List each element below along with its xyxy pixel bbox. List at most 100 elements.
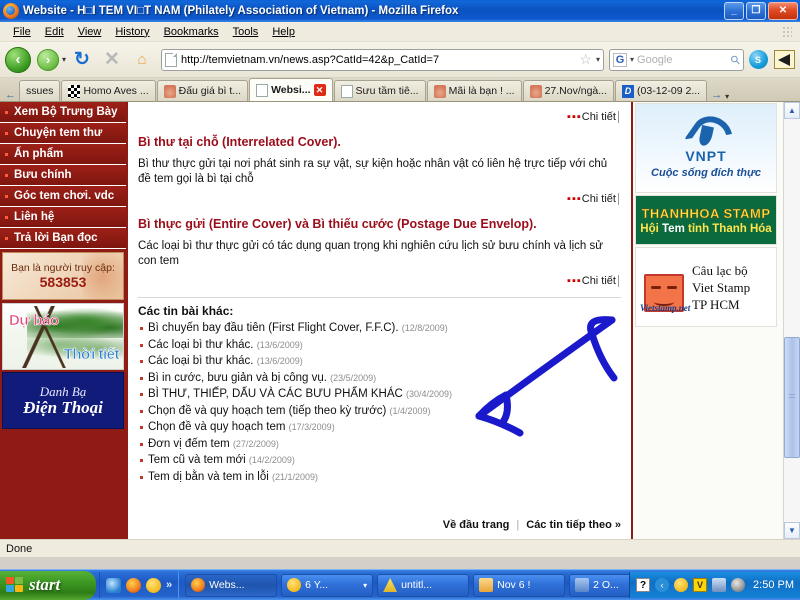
tab-homo-aves[interactable]: Homo Aves ... <box>61 80 156 101</box>
skype-toolbar-button[interactable]: S <box>746 48 770 72</box>
yahoo-messenger-icon[interactable] <box>146 577 161 593</box>
scroll-up-button[interactable]: ▲ <box>784 102 800 119</box>
tab-scroll-left-icon[interactable]: ← <box>2 89 19 101</box>
tab-scroll-right-icon[interactable]: → <box>708 89 725 101</box>
ad-viet-stamp[interactable]: Vietstamp.net Câu lạc bộ Viet Stamp TP H… <box>635 247 777 327</box>
list-item[interactable]: Các loại bì thư khác. (13/6/2009) <box>136 353 623 370</box>
task-button-website[interactable]: Webs... <box>185 573 278 597</box>
detail-link[interactable]: ▪▪▪Chi tiết <box>567 111 619 123</box>
sidebar-item-xem-bo-trung-bay[interactable]: Xem Bộ Trưng Bày <box>0 102 126 123</box>
thanhhoa-hoi: Hội <box>640 222 663 235</box>
detail-link[interactable]: ▪▪▪Chi tiết <box>567 275 619 287</box>
close-button[interactable]: ✕ <box>768 2 798 20</box>
search-bar[interactable]: G ▾ Google ⚲ <box>609 48 744 71</box>
clock[interactable]: 2:50 PM <box>753 579 794 591</box>
scrollbar-track[interactable] <box>784 119 800 522</box>
vietstamp-face-icon: Vietstamp.net <box>638 260 690 314</box>
bookmark-star-icon[interactable]: ☆ <box>579 51 592 68</box>
ads-sidebar: VNPT Cuộc sống đích thực THANHHOA STAMP … <box>633 102 783 539</box>
volume-tray-icon[interactable] <box>731 578 746 592</box>
banner-phone-directory[interactable]: Danh Bạ Điện Thoại <box>2 372 124 429</box>
list-item[interactable]: BÌ THƯ, THIẾP, DẤU VÀ CÁC BƯU PHẨM KHÁC … <box>136 386 623 403</box>
ad-vnpt[interactable]: VNPT Cuộc sống đích thực <box>635 103 777 193</box>
ad-thanhhoa-stamp[interactable]: THANHHOA STAMP Hội Tem tỉnh Thanh Hóa <box>635 195 777 245</box>
task-button-yahoo[interactable]: 6 Y... ▾ <box>281 573 374 597</box>
system-tray: ? ‹ V 2:50 PM <box>629 572 800 598</box>
menu-view[interactable]: View <box>71 24 109 40</box>
vertical-scrollbar[interactable]: ▲ ▼ <box>783 102 800 539</box>
sidebar-item-goc-tem-choi[interactable]: Góc tem chơi. vdc <box>0 186 126 207</box>
help-tray-icon[interactable]: ? <box>636 578 651 592</box>
menu-tools[interactable]: Tools <box>226 24 266 40</box>
task-button-office[interactable]: 2 O... ▾ <box>569 573 630 597</box>
tab-website-active[interactable]: Websi... ✕ <box>249 78 333 101</box>
list-item[interactable]: Bì chuyến bay đầu tiên (First Flight Cov… <box>136 320 623 337</box>
tab-list-dropdown-icon[interactable]: ▾ <box>725 92 733 101</box>
search-input[interactable]: Google <box>637 54 728 66</box>
task-buttons: Webs... 6 Y... ▾ untitl... Nov 6 ! 2 O..… <box>179 573 630 597</box>
home-button[interactable]: ⌂ <box>128 46 156 74</box>
tab-ssues[interactable]: ssues <box>19 80 61 101</box>
tab-dau-gia-bi[interactable]: Đấu giá bì t... <box>156 80 249 101</box>
tab-close-icon[interactable]: ✕ <box>313 84 326 96</box>
quicklaunch-more-icon[interactable]: » <box>166 579 172 591</box>
sidebar-item-an-pham[interactable]: Ấn phẩm <box>0 144 126 165</box>
detail-dots: ▪▪▪ <box>567 111 582 123</box>
task-button-untitled[interactable]: untitl... <box>377 573 470 597</box>
list-item[interactable]: Bì in cước, bưu giản và bị công vụ. (23/… <box>136 370 623 387</box>
maximize-button[interactable]: ❐ <box>746 2 766 20</box>
menu-file[interactable]: File <box>6 24 38 40</box>
megaphone-toolbar-button[interactable] <box>772 48 796 72</box>
detail-link[interactable]: ▪▪▪Chi tiết <box>567 193 619 205</box>
banner-weather[interactable]: Dự báo Thời tiết <box>2 303 124 370</box>
start-button[interactable]: start <box>0 570 96 600</box>
next-news-link[interactable]: Các tin tiếp theo » <box>526 519 621 531</box>
article-title-2[interactable]: Bì thực gửi (Entire Cover) và Bì thiếu c… <box>138 217 623 231</box>
article-title-1[interactable]: Bì thư tại chỗ (Interrelated Cover). <box>138 135 623 149</box>
address-bar[interactable]: http://temvietnam.vn/news.asp?CatId=42&p… <box>161 48 604 71</box>
search-engine-dropdown-icon[interactable]: ▾ <box>630 55 634 64</box>
google-icon[interactable]: G <box>613 52 627 67</box>
reload-button[interactable]: ↻ <box>68 46 96 74</box>
task-button-nov6[interactable]: Nov 6 ! <box>473 573 566 597</box>
list-item[interactable]: Chọn đề và quy hoạch tem (tiếp theo kỳ t… <box>136 403 623 420</box>
list-item[interactable]: Các loại bì thư khác. (13/6/2009) <box>136 337 623 354</box>
tab-label: (03-12-09 2... <box>637 85 701 97</box>
sidebar-item-buu-chinh[interactable]: Bưu chính <box>0 165 126 186</box>
menu-bookmarks[interactable]: Bookmarks <box>157 24 226 40</box>
nav-history-dropdown-icon[interactable]: ▾ <box>62 55 66 64</box>
list-item[interactable]: Chọn đề và quy hoạch tem (17/3/2009) <box>136 419 623 436</box>
tab-suu-tam[interactable]: Sưu tầm tiê... <box>333 80 426 101</box>
task-group-dropdown-icon[interactable]: ▾ <box>363 581 367 590</box>
address-dropdown-icon[interactable]: ▾ <box>596 55 600 64</box>
sidebar-item-lien-he[interactable]: Liên hệ <box>0 207 126 228</box>
yahoo-messenger-tray-icon[interactable] <box>674 578 689 592</box>
sidebar-item-chuyen-tem-thu[interactable]: Chuyện tem thư <box>0 123 126 144</box>
forward-button[interactable]: › <box>34 46 62 74</box>
scroll-down-button[interactable]: ▼ <box>784 522 800 539</box>
list-item[interactable]: Đơn vị đếm tem (27/2/2009) <box>136 436 623 453</box>
minimize-button[interactable]: _ <box>724 2 744 20</box>
list-item[interactable]: Tem dị bằn và tem in lỗi (21/1/2009) <box>136 469 623 486</box>
network-tray-icon[interactable] <box>712 578 727 592</box>
search-icon[interactable]: ⚲ <box>728 51 744 67</box>
tab-27-nov[interactable]: 27.Nov/ngà... <box>522 80 615 101</box>
back-button[interactable]: ‹ <box>4 46 32 74</box>
tab-mai-la-ban[interactable]: Mãi là bạn ! ... <box>426 80 522 101</box>
back-to-top-link[interactable]: Về đầu trang <box>443 519 510 531</box>
favicon-blue-icon: D <box>622 84 635 98</box>
tray-expand-icon[interactable]: ‹ <box>655 578 670 592</box>
menu-edit[interactable]: Edit <box>38 24 71 40</box>
menu-help[interactable]: Help <box>265 24 302 40</box>
url-text: http://temvietnam.vn/news.asp?CatId=42&p… <box>181 53 440 66</box>
scrollbar-thumb[interactable] <box>784 336 800 458</box>
vietkey-tray-icon[interactable]: V <box>693 578 708 592</box>
list-item[interactable]: Tem cũ và tem mới (14/2/2009) <box>136 452 623 469</box>
firefox-quicklaunch-icon[interactable] <box>126 577 141 593</box>
tab-03-12-09[interactable]: D (03-12-09 2... <box>615 80 708 101</box>
sidebar-item-tra-loi-ban-doc[interactable]: Trả lời Bạn đọc <box>0 228 126 249</box>
tab-label: Sưu tầm tiê... <box>355 85 419 97</box>
menu-history[interactable]: History <box>108 24 156 40</box>
stop-button[interactable]: ✕ <box>98 46 126 74</box>
internet-explorer-icon[interactable] <box>106 577 121 593</box>
